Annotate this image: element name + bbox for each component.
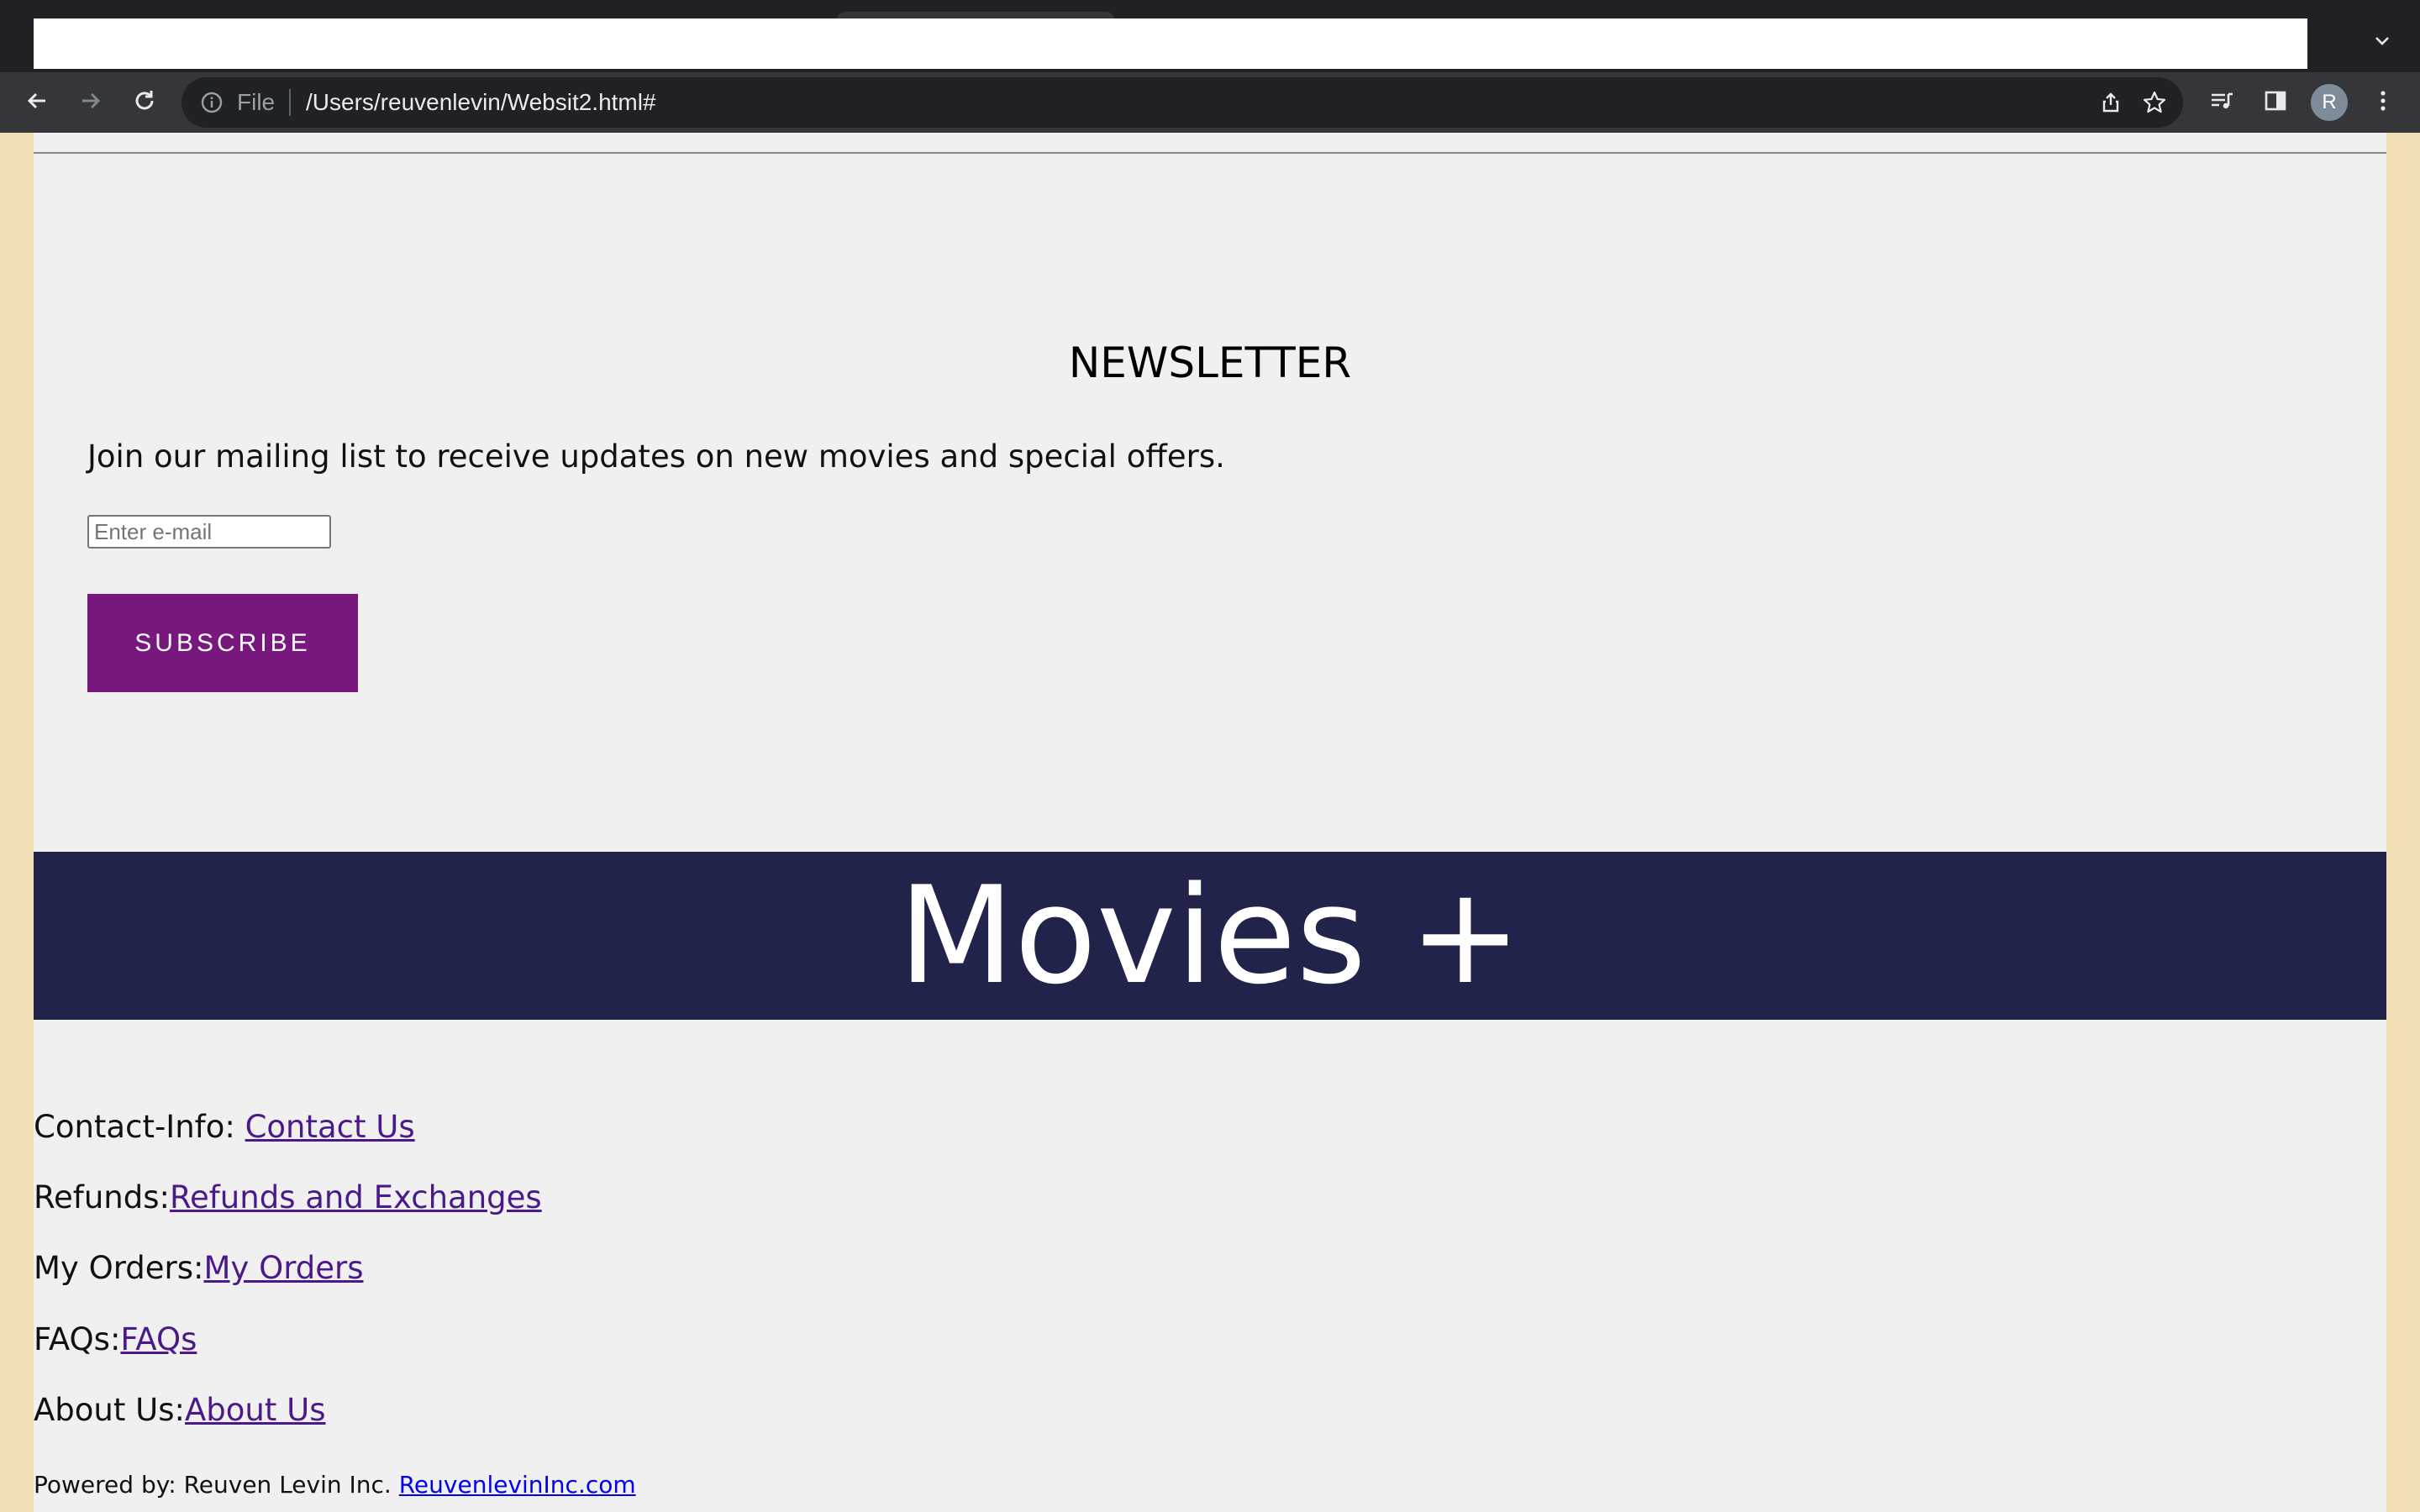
- footer-contact-label: Contact-Info:: [34, 1109, 245, 1145]
- bookmark-star-icon[interactable]: [2139, 87, 2170, 118]
- footer-contact-row: Contact-Info: Contact Us: [34, 1109, 415, 1145]
- browser-tabstrip: [0, 0, 2420, 72]
- powered-by-text: Powered by: Reuven Levin Inc.: [34, 1471, 399, 1499]
- footer-orders-row: My Orders:My Orders: [34, 1250, 364, 1286]
- faqs-link[interactable]: FAQs: [120, 1321, 197, 1357]
- footer-faqs-row: FAQs:FAQs: [34, 1321, 197, 1357]
- brand-title: Movies +: [898, 857, 1522, 1014]
- footer-refunds-row: Refunds:Refunds and Exchanges: [34, 1179, 542, 1215]
- footer-faqs-label: FAQs:: [34, 1321, 121, 1357]
- my-orders-link[interactable]: My Orders: [203, 1250, 363, 1286]
- omnibox-divider: [289, 89, 291, 116]
- forward-icon: [77, 87, 104, 118]
- footer-orders-label: My Orders:: [34, 1250, 204, 1286]
- email-input[interactable]: [87, 515, 331, 549]
- scheme-label: File: [237, 89, 276, 115]
- media-control-button[interactable]: [2195, 72, 2249, 133]
- brand-banner: Movies +: [34, 852, 2386, 1020]
- section-divider: [34, 152, 2386, 154]
- reload-button[interactable]: [118, 72, 171, 133]
- browser-menu-button[interactable]: [2356, 72, 2410, 133]
- side-panel-icon: [2262, 87, 2289, 118]
- refunds-link[interactable]: Refunds and Exchanges: [170, 1179, 542, 1215]
- browser-toolbar: File /Users/reuvenlevin/Websit2.html# R: [0, 72, 2420, 133]
- company-website-link[interactable]: ReuvenlevinInc.com: [399, 1471, 636, 1499]
- side-panel-button[interactable]: [2249, 72, 2302, 133]
- tab-strip-overlay: [34, 18, 2307, 69]
- address-bar[interactable]: File /Users/reuvenlevin/Websit2.html#: [182, 77, 2183, 128]
- profile-avatar[interactable]: R: [2311, 84, 2348, 121]
- back-button[interactable]: [10, 72, 64, 133]
- footer-refunds-label: Refunds:: [34, 1179, 170, 1215]
- newsletter-description: Join our mailing list to receive updates…: [87, 438, 1225, 475]
- media-control-icon: [2208, 87, 2235, 118]
- subscribe-button[interactable]: SUBSCRIBE: [87, 594, 358, 692]
- tab-search-button[interactable]: [2361, 22, 2403, 64]
- footer-about-row: About Us:About Us: [34, 1392, 326, 1428]
- reload-icon: [131, 87, 158, 118]
- footer-about-label: About Us:: [34, 1392, 185, 1428]
- contact-us-link[interactable]: Contact Us: [245, 1109, 415, 1145]
- back-icon: [24, 87, 50, 118]
- powered-by-line: Powered by: Reuven Levin Inc. Reuvenlevi…: [34, 1471, 636, 1499]
- share-icon[interactable]: [2096, 87, 2126, 118]
- page-viewport: NEWSLETTER Join our mailing list to rece…: [34, 133, 2386, 1512]
- url-text[interactable]: /Users/reuvenlevin/Websit2.html#: [306, 77, 656, 128]
- about-us-link[interactable]: About Us: [185, 1392, 326, 1428]
- menu-dots-icon: [2370, 87, 2396, 118]
- forward-button[interactable]: [64, 72, 118, 133]
- newsletter-title: NEWSLETTER: [1068, 339, 1352, 387]
- chevron-down-icon: [2372, 31, 2392, 55]
- info-icon[interactable]: [197, 87, 227, 118]
